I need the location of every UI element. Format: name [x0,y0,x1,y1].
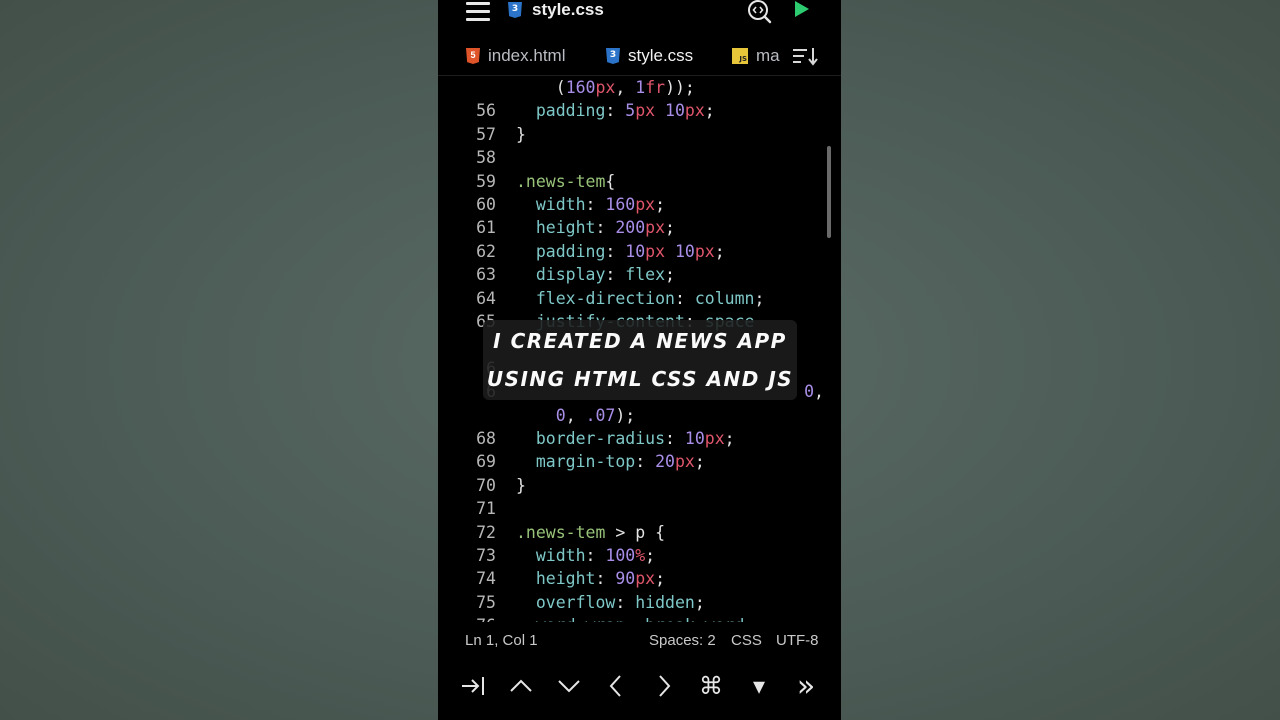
line-number: 73 [476,546,496,565]
code-text: height: 90px; [535,569,666,589]
code-line[interactable]: 70} [438,474,841,497]
line-number: 74 [476,569,496,589]
tab-key[interactable] [458,672,488,700]
app-title: style.css [532,0,604,19]
arrow-left-key[interactable] [601,672,631,700]
command-key[interactable]: ⌘ [696,672,726,700]
arrow-up-key[interactable] [506,672,536,700]
caption-line-2: USING HTML CSS AND JS [486,367,794,391]
code-text: .news-tem > p { [516,522,666,542]
code-line[interactable]: 71 [438,497,841,520]
tab-style-css[interactable]: 3 style.css [606,36,693,76]
code-text: overflow: hidden; [535,592,705,612]
code-line[interactable]: 0, .07); [438,404,841,427]
code-line[interactable]: 59 .news-tem{ [438,170,841,193]
code-text: flex-direction: column; [535,288,765,308]
css3-icon: 3 [606,48,620,64]
code-line[interactable]: 72 .news-tem > p { [438,521,841,544]
code-text: } [516,475,526,495]
code-text: (160px, 1fr)); [535,78,695,97]
line-number: 56 [476,101,496,121]
code-line[interactable]: 56 padding: 5px 10px; [438,99,841,122]
code-line[interactable]: 62 padding: 10px 10px; [438,240,841,263]
css3-icon: 3 [508,2,522,18]
code-text: margin-top: 20px; [535,452,705,472]
line-number: 68 [476,429,496,448]
dropdown-key[interactable]: ▾ [744,672,774,700]
code-line[interactable]: 73 width: 100%; [438,544,841,567]
line-number: 70 [476,475,496,495]
tab-main-js[interactable]: JS ma [732,36,780,76]
line-number: 72 [476,522,496,542]
code-line[interactable]: 69 margin-top: 20px; [438,450,841,473]
cursor-position[interactable]: Ln 1, Col 1 [465,632,538,649]
code-text: padding: 5px 10px; [535,101,715,121]
code-text: .news-tem{ [516,171,616,191]
code-text: border-radius: 10px; [535,429,735,448]
line-number: 61 [476,218,496,238]
code-text: display: flex; [535,265,675,285]
tab-label: index.html [488,46,566,65]
line-number: 57 [476,124,496,144]
line-number: 71 [476,499,496,519]
arrow-down-key[interactable] [554,672,584,700]
status-bar: Ln 1, Col 1 Spaces: 2 CSS UTF-8 [438,622,841,660]
code-line[interactable]: 58 [438,146,841,169]
code-line[interactable]: 63 display: flex; [438,263,841,286]
run-icon[interactable] [794,0,810,18]
code-text: } [516,124,526,144]
html5-icon: 5 [466,48,480,64]
code-line[interactable]: 75 overflow: hidden; [438,591,841,614]
arrow-right-key[interactable] [649,672,679,700]
code-line[interactable]: 76 word-wrap: break-word; [438,614,841,622]
code-line[interactable]: (160px, 1fr)); [438,76,841,99]
code-text: padding: 10px 10px; [535,241,725,261]
tab-label: style.css [628,46,694,65]
code-text: 0, .07); [555,405,636,425]
code-line[interactable]: 61 height: 200px; [438,216,841,239]
app-bar: 3 style.css [438,0,841,28]
line-number: 58 [476,148,496,168]
code-text: word-wrap: break-word; [516,614,755,622]
language-mode[interactable]: CSS [731,632,762,649]
indent-setting[interactable]: Spaces: 2 [649,632,716,649]
file-encoding[interactable]: UTF-8 [776,632,819,649]
code-text: width: 160px; [535,195,666,214]
code-line[interactable]: 64 flex-direction: column; [438,287,841,310]
js-icon: JS [732,48,748,64]
line-number: 63 [476,265,496,285]
code-line[interactable]: 74 height: 90px; [438,567,841,590]
line-number: 59 [476,171,496,191]
file-title: 3 style.css [508,0,604,20]
code-line[interactable]: 57} [438,123,841,146]
line-number: 60 [476,195,496,214]
extra-keys-bar: ⌘ ▾ » [438,662,841,710]
sort-icon[interactable] [792,46,818,66]
tab-index-html[interactable]: 5 index.html [466,36,565,76]
menu-icon[interactable] [466,2,490,21]
preview-icon[interactable] [746,0,772,24]
more-key[interactable]: » [791,669,821,704]
line-number: 69 [476,452,496,472]
line-number: 75 [476,592,496,612]
line-number: 62 [476,241,496,261]
code-line[interactable]: 68 border-radius: 10px; [438,427,841,450]
line-number: 64 [476,288,496,308]
code-line[interactable]: 60 width: 160px; [438,193,841,216]
video-caption: I CREATED A NEWS APP USING HTML CSS AND … [483,320,797,400]
line-number: 76 [438,614,496,622]
tab-bar: 5 index.html 3 style.css JS ma [438,36,841,76]
caption-line-1: I CREATED A NEWS APP [493,329,787,353]
code-text: height: 200px; [535,218,675,238]
tab-label: ma [756,46,780,65]
code-text: width: 100%; [535,546,656,565]
